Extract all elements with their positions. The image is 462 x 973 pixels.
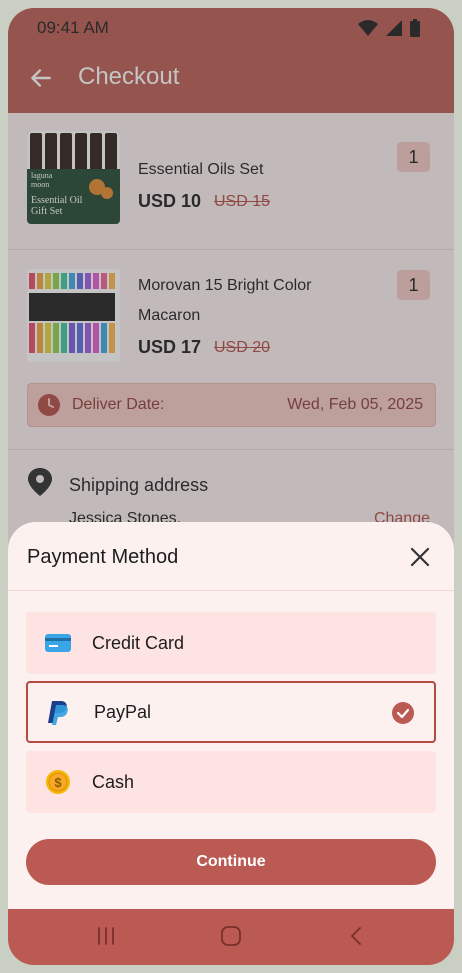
sheet-title: Payment Method xyxy=(27,546,179,568)
phone-screen: 09:41 AM Checkout laguna moon Essential … xyxy=(8,8,454,965)
svg-text:$: $ xyxy=(54,775,62,790)
credit-card-icon xyxy=(45,634,71,652)
payment-method-sheet: Payment Method Credit Card PayPal $ Cash… xyxy=(8,522,454,909)
payment-option-label: Credit Card xyxy=(92,633,185,653)
continue-button[interactable]: Continue xyxy=(26,839,436,885)
payment-option-paypal[interactable]: PayPal xyxy=(26,681,436,743)
coin-icon: $ xyxy=(46,770,70,794)
recents-icon[interactable] xyxy=(96,925,116,947)
checkmark-icon xyxy=(392,702,414,724)
paypal-icon xyxy=(48,701,68,725)
close-icon[interactable] xyxy=(408,545,432,569)
payment-option-label: PayPal xyxy=(94,702,152,722)
payment-option-label: Cash xyxy=(92,772,135,792)
payment-option-cash[interactable]: $ Cash xyxy=(26,751,436,813)
back-icon[interactable] xyxy=(348,925,364,947)
system-nav-bar xyxy=(8,909,454,965)
home-icon[interactable] xyxy=(220,925,242,947)
payment-option-credit-card[interactable]: Credit Card xyxy=(26,612,436,674)
divider xyxy=(8,590,454,591)
